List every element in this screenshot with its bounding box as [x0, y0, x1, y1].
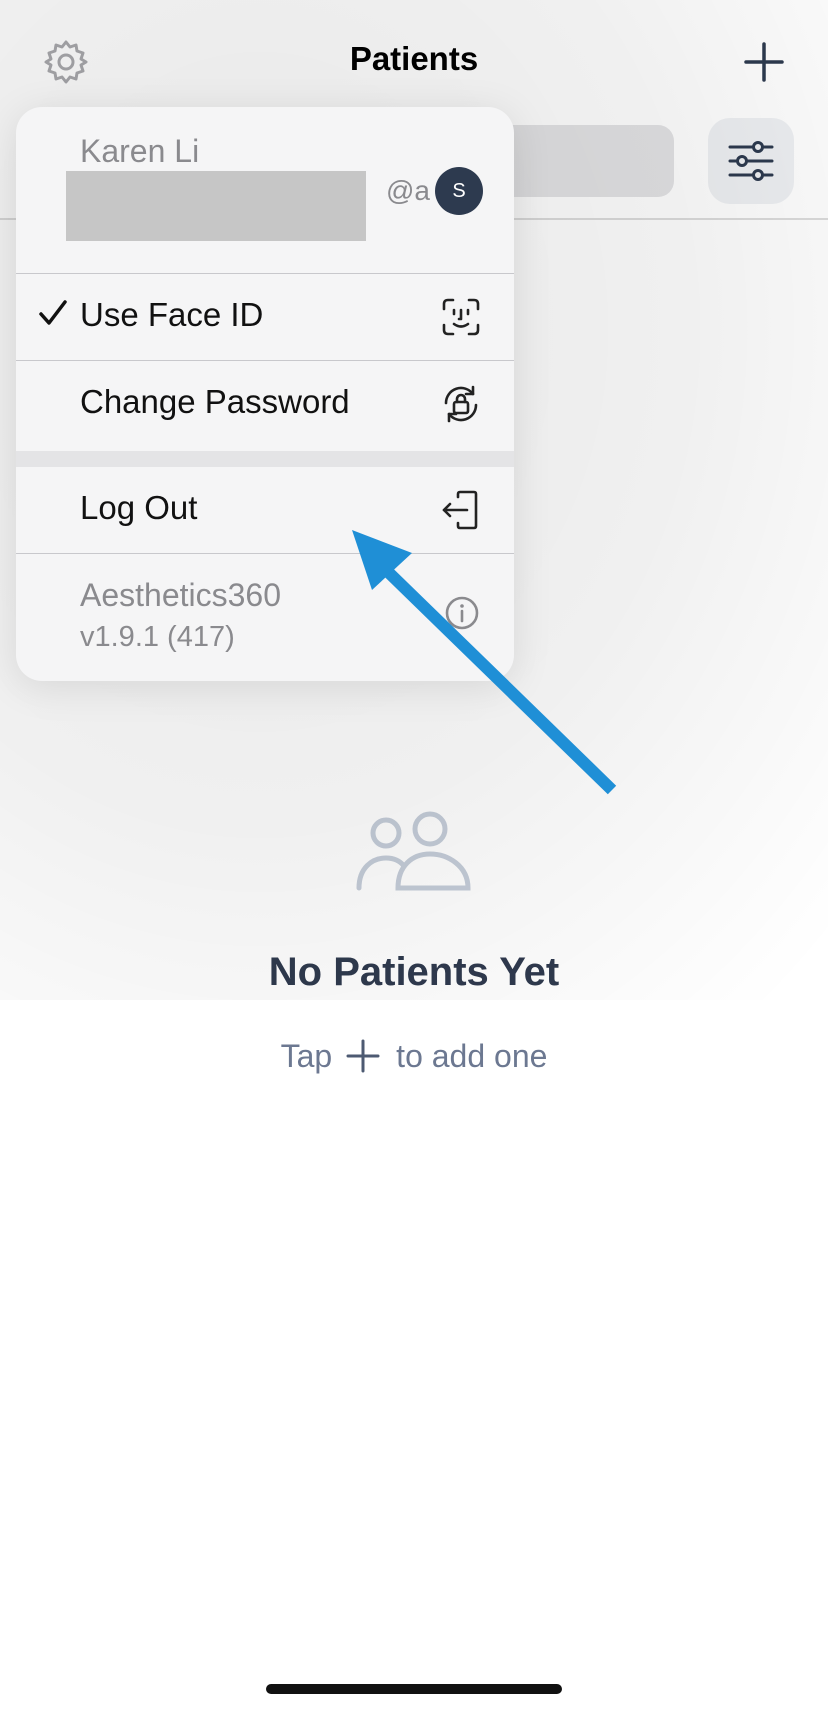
app-version: v1.9.1 (417) — [80, 621, 235, 653]
page-title: Patients — [349, 40, 479, 77]
menu-item-label: Use Face ID — [80, 296, 264, 333]
account-header: Karen Li @a S — [16, 107, 514, 273]
user-name: Karen Li — [80, 133, 200, 169]
menu-item-label: Change Password — [80, 383, 350, 420]
empty-state-title: No Patients Yet — [268, 950, 560, 994]
menu-item-label: Log Out — [80, 489, 198, 526]
navigation-bar: Patients — [0, 0, 828, 124]
hint-text-after: to add one — [396, 1037, 548, 1074]
log-out-icon — [442, 490, 478, 530]
hint-text-before: Tap — [280, 1037, 333, 1074]
app-name: Aesthetics360 — [80, 577, 282, 613]
add-patient-button[interactable] — [742, 40, 786, 84]
empty-state-hint: Tap to add one — [0, 1034, 828, 1078]
empty-state-people-icon — [356, 810, 472, 892]
avatar: S — [435, 167, 483, 215]
change-password-item[interactable]: Change Password — [16, 361, 514, 447]
checkmark-icon — [39, 300, 67, 325]
lock-rotate-icon — [444, 385, 478, 423]
home-indicator[interactable] — [266, 1684, 562, 1694]
use-face-id-item[interactable]: Use Face ID — [16, 274, 514, 360]
people-icon — [356, 811, 471, 891]
settings-menu: Karen Li @a S Use Face ID Change Passwor… — [16, 107, 514, 681]
app-info[interactable]: Aesthetics360 v1.9.1 (417) — [16, 553, 514, 681]
menu-group-separator — [16, 451, 514, 467]
plus-icon — [744, 42, 784, 82]
face-id-icon — [442, 298, 480, 336]
log-out-item[interactable]: Log Out — [16, 467, 514, 553]
info-icon — [445, 596, 479, 630]
plus-icon — [346, 1039, 380, 1073]
sliders-icon — [728, 141, 774, 181]
filter-button[interactable] — [708, 118, 794, 204]
redacted-email-block — [66, 171, 366, 241]
